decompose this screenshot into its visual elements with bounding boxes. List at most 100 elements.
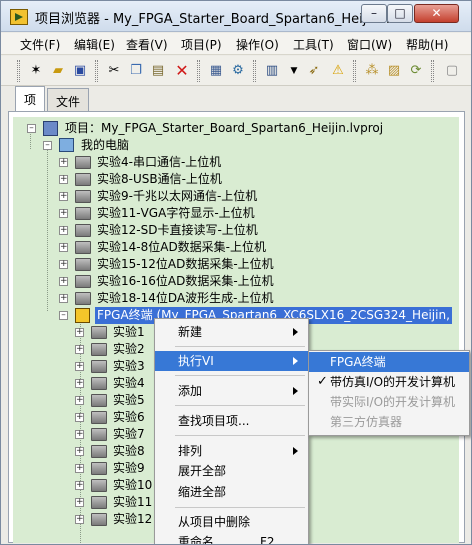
project-settings-icon[interactable]: ▦ bbox=[207, 62, 225, 80]
new-icon[interactable]: ✶ bbox=[27, 62, 45, 80]
copy-icon[interactable]: ❐ bbox=[127, 62, 145, 80]
group-icon[interactable]: ⁂ bbox=[363, 62, 381, 80]
expand-icon[interactable]: + bbox=[75, 379, 84, 388]
expand-icon[interactable]: + bbox=[75, 362, 84, 371]
expand-icon[interactable]: + bbox=[75, 345, 84, 354]
ungroup-icon[interactable]: ▨ bbox=[385, 62, 403, 80]
expand-icon[interactable]: + bbox=[75, 413, 84, 422]
tree-row-folder[interactable]: + 实验11-VGA字符显示-上位机 bbox=[13, 205, 459, 222]
tree-row-folder[interactable]: + 实验12-SD卡直接读写-上位机 bbox=[13, 222, 459, 239]
toolbar-grip[interactable] bbox=[17, 60, 20, 82]
expand-icon[interactable]: + bbox=[75, 430, 84, 439]
folder-label: 实验8-USB通信-上位机 bbox=[97, 172, 222, 186]
toolbar-grip[interactable] bbox=[197, 60, 200, 82]
menu-item-run-vi[interactable]: 执行VI bbox=[155, 351, 308, 371]
menu-separator bbox=[175, 435, 305, 436]
collapse-icon[interactable]: – bbox=[27, 124, 36, 133]
menu-tools[interactable]: 工具(T) bbox=[293, 36, 334, 53]
build-icon[interactable]: ⚙ bbox=[229, 62, 247, 80]
expand-icon[interactable]: + bbox=[59, 260, 68, 269]
expand-icon[interactable]: + bbox=[59, 209, 68, 218]
submenu-item-fpga-target[interactable]: FPGA终端 bbox=[309, 352, 469, 372]
expand-icon[interactable]: + bbox=[75, 464, 84, 473]
expand-icon[interactable]: + bbox=[59, 277, 68, 286]
expand-icon[interactable]: + bbox=[59, 175, 68, 184]
menu-item-new[interactable]: 新建 bbox=[155, 322, 308, 342]
maximize-button[interactable]: □ bbox=[387, 4, 413, 23]
expand-icon[interactable]: + bbox=[59, 192, 68, 201]
warning-icon[interactable]: ⚠ bbox=[329, 62, 347, 80]
refresh-icon[interactable]: ⟳ bbox=[407, 62, 425, 80]
project-explorer-window: 项目浏览器 - My_FPGA_Starter_Board_Spartan6_H… bbox=[0, 0, 472, 545]
open-icon[interactable]: ▰ bbox=[49, 62, 67, 80]
submenu-item-label: 带实际I/O的开发计算机 bbox=[330, 395, 456, 409]
toolbar-grip[interactable] bbox=[95, 60, 98, 82]
view-icon[interactable]: ▥ bbox=[263, 62, 281, 80]
menu-window[interactable]: 窗口(W) bbox=[347, 36, 392, 53]
tree-row-folder[interactable]: + 实验8-USB通信-上位机 bbox=[13, 171, 459, 188]
folder-icon bbox=[75, 156, 91, 169]
folder-icon bbox=[91, 360, 107, 373]
cut-icon[interactable]: ✂ bbox=[105, 62, 123, 80]
delete-icon[interactable]: ✕ bbox=[173, 62, 191, 80]
menu-item-collapse-all[interactable]: 缩进全部 bbox=[155, 482, 308, 502]
toolbar-grip[interactable] bbox=[253, 60, 256, 82]
tree-row-folder[interactable]: + 实验15-12位AD数据采集-上位机 bbox=[13, 256, 459, 273]
menu-item-expand-all[interactable]: 展开全部 bbox=[155, 461, 308, 481]
menu-separator bbox=[175, 346, 305, 347]
menu-operate[interactable]: 操作(O) bbox=[236, 36, 279, 53]
expand-icon[interactable]: + bbox=[75, 498, 84, 507]
save-all-icon[interactable]: ▣ bbox=[71, 62, 89, 80]
menu-item-rename[interactable]: 重命名... F2 bbox=[155, 532, 308, 544]
collapse-icon[interactable]: – bbox=[59, 311, 68, 320]
menu-item-add[interactable]: 添加 bbox=[155, 381, 308, 401]
close-button[interactable]: ✕ bbox=[414, 4, 459, 23]
subfolder-label: 实验12 bbox=[113, 512, 153, 526]
folder-icon bbox=[91, 479, 107, 492]
menu-separator bbox=[175, 375, 305, 376]
clear-icon[interactable]: ▢ bbox=[443, 62, 461, 80]
folder-icon bbox=[75, 241, 91, 254]
menu-help[interactable]: 帮助(H) bbox=[406, 36, 448, 53]
menu-item-label: 排列 bbox=[178, 444, 203, 458]
expand-icon[interactable]: + bbox=[59, 226, 68, 235]
collapse-icon[interactable]: – bbox=[43, 141, 52, 150]
tab-files[interactable]: 文件 bbox=[47, 88, 89, 112]
tree-row-project[interactable]: – 项目：My_FPGA_Starter_Board_Spartan6_Heij… bbox=[13, 120, 459, 137]
tree-row-folder[interactable]: + 实验18-14位DA波形生成-上位机 bbox=[13, 290, 459, 307]
expand-icon[interactable]: + bbox=[59, 158, 68, 167]
expand-icon[interactable]: + bbox=[75, 447, 84, 456]
tree-row-folder[interactable]: + 实验16-16位AD数据采集-上位机 bbox=[13, 273, 459, 290]
menu-item-arrange[interactable]: 排列 bbox=[155, 441, 308, 461]
menu-edit[interactable]: 编辑(E) bbox=[74, 36, 115, 53]
expand-icon[interactable]: + bbox=[59, 294, 68, 303]
expand-icon[interactable]: + bbox=[59, 243, 68, 252]
expand-icon[interactable]: + bbox=[75, 515, 84, 524]
deploy-icon[interactable]: ➶ bbox=[305, 62, 323, 80]
chevron-down-icon[interactable]: ▼ bbox=[285, 62, 303, 80]
tree-row-folder[interactable]: + 实验9-千兆以太网通信-上位机 bbox=[13, 188, 459, 205]
tab-items[interactable]: 项 bbox=[15, 86, 45, 113]
submenu-item-sim-io[interactable]: ✓ 带仿真I/O的开发计算机 bbox=[309, 372, 469, 392]
expand-icon[interactable]: + bbox=[75, 396, 84, 405]
title-bar[interactable]: 项目浏览器 - My_FPGA_Starter_Board_Spartan6_H… bbox=[1, 1, 471, 32]
toolbar-grip[interactable] bbox=[353, 60, 356, 82]
folder-icon bbox=[75, 207, 91, 220]
folder-label: 实验12-SD卡直接读写-上位机 bbox=[97, 223, 258, 237]
tree-row-computer[interactable]: – 我的电脑 bbox=[13, 137, 459, 154]
folder-icon bbox=[75, 275, 91, 288]
tree-row-folder[interactable]: + 实验14-8位AD数据采集-上位机 bbox=[13, 239, 459, 256]
expand-icon[interactable]: + bbox=[75, 328, 84, 337]
tree-row-folder[interactable]: + 实验4-串口通信-上位机 bbox=[13, 154, 459, 171]
checkmark-icon: ✓ bbox=[317, 374, 328, 389]
menu-item-remove-from-project[interactable]: 从项目中删除 bbox=[155, 512, 308, 532]
menu-project[interactable]: 项目(P) bbox=[181, 36, 222, 53]
paste-icon[interactable]: ▤ bbox=[149, 62, 167, 80]
expand-icon[interactable]: + bbox=[75, 481, 84, 490]
menu-item-find-project-items[interactable]: 查找项目项... bbox=[155, 411, 308, 431]
menu-item-label: 新建 bbox=[178, 325, 203, 339]
minimize-button[interactable]: – bbox=[361, 4, 387, 23]
menu-file[interactable]: 文件(F) bbox=[20, 36, 60, 53]
menu-view[interactable]: 查看(V) bbox=[126, 36, 168, 53]
toolbar-grip[interactable] bbox=[431, 60, 434, 82]
